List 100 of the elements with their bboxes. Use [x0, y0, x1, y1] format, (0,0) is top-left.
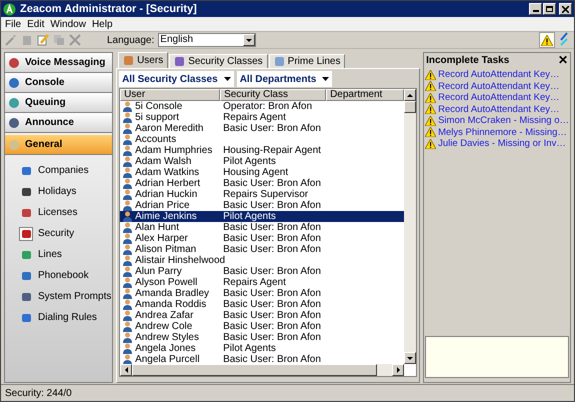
table-row[interactable]: Adam Walsh Pilot Agents	[120, 156, 404, 167]
menu-item[interactable]: Window	[50, 16, 86, 32]
task-link[interactable]: Record AutoAttendant Key…	[438, 104, 560, 114]
task-link[interactable]: Julie Davies - Missing or Inv…	[438, 139, 566, 148]
up-arrow-icon	[407, 94, 414, 96]
scrollbar-thumb[interactable]	[404, 101, 416, 113]
status-text: Security: 244/0	[5, 386, 72, 400]
security-class: Repairs Agent	[223, 112, 286, 122]
task-link[interactable]: Record AutoAttendant Key…	[438, 82, 560, 91]
nav-item[interactable]: Licenses	[5, 202, 112, 223]
table-row[interactable]: Adam Watkins Housing Agent	[120, 167, 404, 178]
security-class: Pilot Agents	[223, 156, 276, 166]
person-icon	[123, 244, 132, 255]
table-row[interactable]: Alyson Powell Repairs Agent	[120, 277, 404, 288]
table-row[interactable]: Angela Jones Pilot Agents	[120, 343, 404, 354]
person-icon	[123, 343, 132, 354]
nav-item[interactable]: Companies	[5, 160, 112, 181]
language-dropdown[interactable]: English	[158, 33, 256, 47]
table-row[interactable]: Amanda Bradley Basic User: Bron Afon	[120, 288, 404, 299]
app-logo-icon	[3, 2, 16, 16]
table-row[interactable]: Alistair Hinshelwood	[120, 255, 404, 266]
nav-section-button[interactable]: Queuing	[5, 93, 112, 113]
warning-icon	[541, 34, 553, 46]
task-link[interactable]: Record AutoAttendant Key…	[438, 70, 560, 80]
item-icon	[20, 249, 32, 260]
filter-dropdown[interactable]: All Security Classes	[119, 71, 234, 87]
user-name: 5i support	[135, 112, 179, 122]
security-class: Basic User: Bron Afon	[223, 122, 321, 134]
filter-dropdown[interactable]: All Departments	[236, 71, 332, 87]
vertical-scrollbar[interactable]	[404, 89, 416, 364]
task-link[interactable]: Simon McCraken - Missing o…	[438, 116, 569, 126]
menu-item[interactable]: File	[5, 16, 22, 32]
person-icon	[123, 332, 132, 343]
item-icon	[20, 291, 32, 302]
nav-item[interactable]: System Prompts	[5, 286, 112, 307]
user-name: Aimie Jenkins	[135, 212, 197, 222]
menu-item[interactable]: Edit	[27, 16, 44, 32]
task-link[interactable]: Melys Phinnemore - Missing…	[438, 128, 567, 137]
nav-item[interactable]: Holidays	[5, 181, 112, 202]
person-icon	[123, 211, 132, 222]
menu-item[interactable]: Help	[92, 16, 113, 32]
language-label: Language:	[107, 34, 154, 48]
table-row[interactable]: Adrian Huckin Repairs Supervisor	[120, 189, 404, 200]
close-button[interactable]: ✕	[558, 54, 568, 66]
user-name: Angela Purcell	[135, 354, 200, 364]
warning-button[interactable]	[539, 32, 555, 48]
user-name: Alyson Powell	[135, 278, 198, 288]
nav-section-button[interactable]: General	[5, 135, 112, 155]
security-class: Basic User: Bron Afon	[223, 232, 321, 244]
table-row[interactable]: Andrea Zafar Basic User: Bron Afon	[120, 310, 404, 321]
user-name: Accounts	[135, 134, 176, 144]
maximize-button[interactable]	[543, 3, 556, 15]
table-row[interactable]: Alan Hunt Basic User: Bron Afon	[120, 222, 404, 233]
tab[interactable]: Users	[118, 52, 168, 68]
table-row[interactable]: 5i support Repairs Agent	[120, 112, 404, 123]
user-name: Adrian Price	[135, 200, 190, 210]
security-class: Basic User: Bron Afon	[223, 354, 321, 364]
nav-item[interactable]: Lines	[5, 244, 112, 265]
column-header[interactable]: Security Class	[220, 89, 326, 101]
tab[interactable]: Prime Lines	[268, 54, 346, 68]
table-row[interactable]: Adrian Price Basic User: Bron Afon	[120, 200, 404, 211]
table-row[interactable]: Accounts	[120, 134, 404, 145]
column-header[interactable]: User	[120, 89, 220, 101]
warning-icon	[425, 104, 436, 114]
item-icon	[20, 165, 32, 176]
nav-section-button[interactable]: Voice Messaging	[5, 53, 112, 73]
table-row[interactable]: Alison Pitman Basic User: Bron Afon	[120, 244, 404, 255]
table-row[interactable]: Adam Humphries Housing-Repair Agent	[120, 145, 404, 156]
table-row[interactable]: 5i Console Operator: Bron Afon	[120, 101, 404, 112]
person-icon	[123, 101, 132, 112]
table-row[interactable]: Aimie Jenkins Pilot Agents	[120, 211, 404, 222]
item-icon	[20, 207, 32, 218]
security-class: Basic User: Bron Afon	[223, 298, 321, 310]
table-row[interactable]: Adrian Herbert Basic User: Bron Afon	[120, 178, 404, 189]
table-row[interactable]: Aaron Meredith Basic User: Bron Afon	[120, 123, 404, 134]
user-name: Adrian Herbert	[135, 178, 200, 188]
link-icon[interactable]	[558, 32, 570, 46]
nav-section-button[interactable]: Announce	[5, 113, 112, 133]
close-button[interactable]	[559, 3, 572, 15]
security-class: Basic User: Bron Afon	[223, 244, 321, 254]
tab[interactable]: Security Classes	[169, 54, 268, 68]
caret-icon	[246, 38, 252, 42]
table-row[interactable]: Andrew Styles Basic User: Bron Afon	[120, 332, 404, 343]
table-row[interactable]: Amanda Roddis Basic User: Bron Afon	[120, 299, 404, 310]
minimize-button[interactable]	[529, 3, 542, 15]
user-name: 5i Console	[135, 102, 182, 112]
task-link[interactable]: Record AutoAttendant Key…	[438, 93, 560, 102]
table-row[interactable]: Andrew Cole Basic User: Bron Afon	[120, 321, 404, 332]
down-arrow-icon	[407, 356, 414, 360]
column-header[interactable]: Department	[326, 89, 404, 101]
maximize-icon	[546, 6, 553, 12]
nav-item[interactable]: Security	[5, 223, 112, 244]
table-row[interactable]: Alun Parry Basic User: Bron Afon	[120, 266, 404, 277]
nav-item[interactable]: Phonebook	[5, 265, 112, 286]
user-name: Angela Jones	[135, 344, 196, 354]
table-row[interactable]: Alex Harper Basic User: Bron Afon	[120, 233, 404, 244]
pencil-icon[interactable]	[37, 34, 49, 46]
nav-item[interactable]: Dialing Rules	[5, 307, 112, 328]
caret-icon	[322, 77, 330, 81]
item-icon	[20, 312, 32, 323]
